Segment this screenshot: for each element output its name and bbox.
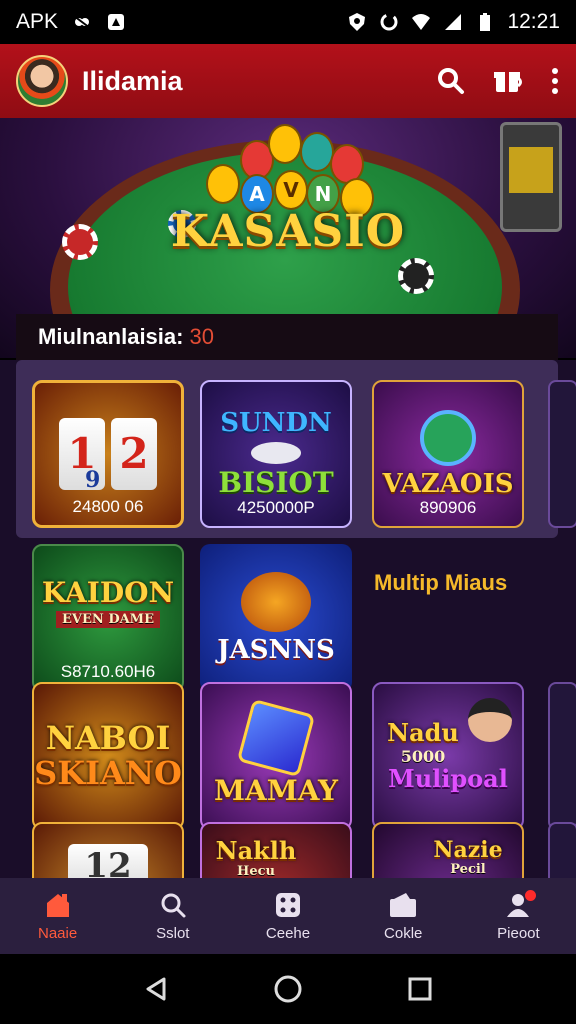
chip-graphic xyxy=(398,258,434,294)
multip-label: Multip Miaus xyxy=(374,570,508,595)
avatar[interactable] xyxy=(16,55,68,107)
system-nav-bar xyxy=(0,954,576,1024)
dice-icon xyxy=(276,892,300,917)
game-tile[interactable]: MAMAY xyxy=(200,682,352,830)
slot-reel: 2 xyxy=(111,418,157,490)
tile-sub: Hecu xyxy=(237,864,275,878)
app-icon xyxy=(108,14,125,30)
coin-letter: V xyxy=(283,178,299,202)
status-bar: APK 12:21 xyxy=(0,0,576,44)
game-tile-edge[interactable] xyxy=(548,682,576,830)
coin-graphic: V xyxy=(274,170,308,210)
tile-title: Nadu xyxy=(387,718,459,748)
tile-title: KAIDON xyxy=(41,576,175,610)
data-saver-icon xyxy=(380,13,398,31)
nav-item-home[interactable]: Naaie xyxy=(0,878,115,954)
home-icon xyxy=(46,893,69,917)
notification-badge xyxy=(524,890,536,901)
more-icon[interactable] xyxy=(550,66,560,96)
bug-icon xyxy=(73,15,91,29)
game-tile[interactable]: 12 9 24800 06 xyxy=(32,380,184,528)
nav-label: Cokle xyxy=(384,924,423,942)
slot-reel: 12 xyxy=(68,844,148,878)
tile-sub: 5000 xyxy=(400,746,446,766)
coin-letter: N xyxy=(314,182,332,206)
game-grid: 12 9 24800 06 SUNDN BISIOT 4250000P VAZA… xyxy=(0,360,576,878)
tile-title: SUNDN xyxy=(220,408,332,439)
tile-sub: 9 xyxy=(85,467,101,493)
nav-item-games[interactable]: Ceehe xyxy=(230,878,345,954)
game-tile[interactable]: SUNDN BISIOT 4250000P xyxy=(200,380,352,528)
battery-icon xyxy=(480,13,491,31)
game-tile-edge[interactable] xyxy=(548,380,576,528)
coin-graphic xyxy=(268,124,302,164)
tile-title: Naklh xyxy=(215,836,297,865)
game-tile[interactable]: KAIDON EVEN DAME S8710.60H6 xyxy=(32,544,184,692)
game-tile[interactable]: Nadu 5000 Mulipoal xyxy=(372,682,524,830)
game-tile[interactable]: Naklh Hecu xyxy=(200,822,352,878)
tile-title: NABOI xyxy=(45,718,171,757)
tile-price: 890906 xyxy=(419,498,477,517)
nav-label: Naaie xyxy=(38,924,78,942)
nav-item-wallet[interactable]: Cokle xyxy=(346,878,461,954)
cauldron-graphic xyxy=(241,571,311,632)
coin-graphic xyxy=(206,164,240,204)
nav-label: Ceehe xyxy=(265,924,311,942)
wallet-icon xyxy=(390,892,417,917)
game-tile[interactable]: VAZAOIS 890906 xyxy=(372,380,524,528)
back-icon[interactable] xyxy=(142,975,170,1003)
game-tile[interactable]: 12 xyxy=(32,822,184,878)
app-bar: Ilidamia xyxy=(0,44,576,118)
nav-item-slot[interactable]: Sslot xyxy=(115,878,230,954)
character-avatar xyxy=(468,698,512,742)
tile-title: VAZAOIS xyxy=(382,468,514,499)
game-tile[interactable]: NABOI SKIANO xyxy=(32,682,184,830)
shield-icon xyxy=(349,13,366,31)
ribbon-count: 30 xyxy=(189,324,214,349)
bottom-nav: Naaie Sslot Ceehe Cokle Pieoot xyxy=(0,878,576,954)
tile-title: SKIANO xyxy=(34,754,182,792)
hero-logo: KASASIO xyxy=(170,206,406,257)
tile-sub: EVEN DAME xyxy=(56,610,160,628)
tile-price: 4250000P xyxy=(237,498,315,517)
game-tile[interactable]: JASNNS xyxy=(200,544,352,692)
tile-title: BISIOT xyxy=(218,465,334,499)
promo-ribbon: Miulnanlaisia: 30 xyxy=(16,314,558,360)
ribbon-label: Miulnanlaisia: xyxy=(38,324,184,349)
game-tile-edge[interactable] xyxy=(548,822,576,878)
gem-graphic xyxy=(236,698,316,777)
gift-icon[interactable] xyxy=(492,66,524,96)
nav-item-profile[interactable]: Pieoot xyxy=(461,878,576,954)
app-title: Ilidamia xyxy=(82,65,183,96)
status-time: 12:21 xyxy=(507,10,560,33)
tile-title: Nazie xyxy=(433,837,503,863)
status-text: APK xyxy=(16,10,59,33)
home-circle-icon[interactable] xyxy=(273,974,303,1004)
emblem-icon xyxy=(420,409,476,466)
coin-graphic xyxy=(300,132,334,172)
signal-icon xyxy=(445,14,462,30)
coin-letter: A xyxy=(249,182,265,206)
bowl-graphic xyxy=(251,441,301,464)
search-icon[interactable] xyxy=(436,66,466,96)
tile-title: Mulipoal xyxy=(388,763,508,793)
tile-title: JASNNS xyxy=(217,634,335,665)
nav-label: Sslot xyxy=(156,924,190,942)
wifi-icon xyxy=(412,14,431,30)
tile-title: MAMAY xyxy=(213,773,339,807)
search-icon xyxy=(161,893,186,917)
nav-label: Pieoot xyxy=(497,924,540,942)
tile-price: S8710.60H6 xyxy=(60,662,156,681)
tile-price: 24800 06 xyxy=(72,497,144,516)
recents-icon[interactable] xyxy=(406,975,434,1003)
tile-sub: Pecil xyxy=(450,862,486,878)
game-tile[interactable]: Nazie Pecil xyxy=(372,822,524,878)
